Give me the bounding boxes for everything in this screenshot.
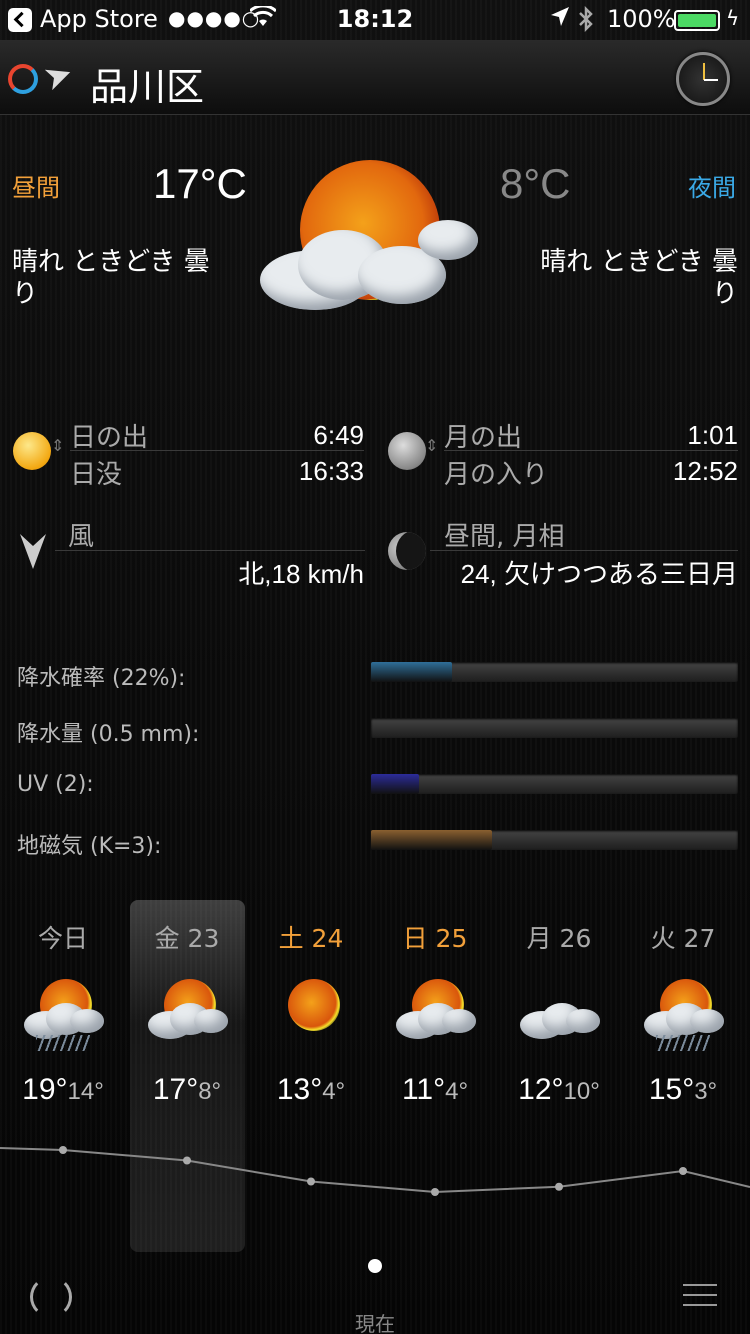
- forecast-high: 11°: [401, 1073, 446, 1106]
- forecast-day-label: 土 24: [278, 924, 344, 953]
- trend-point: [431, 1188, 439, 1196]
- location-sync-icon[interactable]: [8, 64, 38, 94]
- charging-bolt-icon: ϟ: [726, 6, 740, 30]
- moonrise-label: 月の出: [444, 423, 523, 453]
- divider: [444, 450, 738, 451]
- forecast-low: 10°: [563, 1078, 600, 1105]
- forecast-day[interactable]: 火 27 15°3°: [621, 895, 745, 1107]
- forecast-low: 14°: [67, 1078, 104, 1105]
- indicator-label: 降水確率 (22%):: [17, 666, 186, 691]
- forecast-high: 19°: [22, 1073, 68, 1106]
- current-page-label: 現在: [355, 1312, 395, 1334]
- indicator-label: UV (2):: [17, 772, 94, 797]
- bluetooth-icon: [579, 6, 593, 32]
- forecast-day-label: 火 27: [650, 924, 716, 953]
- moon-icon: [388, 432, 426, 470]
- divider: [70, 450, 364, 451]
- moonset-time: 12:52: [672, 456, 738, 486]
- moon-phase-value: 24, 欠けつつある三日月: [460, 559, 738, 589]
- daytime-condition: 晴れ ときどき 曇り: [12, 247, 210, 309]
- sun-icon: [13, 432, 51, 470]
- forecast-low: 4°: [322, 1078, 346, 1105]
- rise-set-arrows-icon: ⇕: [51, 436, 65, 455]
- daytime-label: 昼間: [12, 174, 60, 202]
- trend-point: [679, 1167, 687, 1175]
- sunrise-label: 日の出: [70, 423, 149, 453]
- forecast-day[interactable]: 今日 19°14°: [1, 895, 125, 1107]
- partly-cloudy-icon: [390, 973, 480, 1053]
- forecast-temps: 17°8°: [125, 1073, 249, 1107]
- wind-value: 北,18 km/h: [238, 559, 364, 589]
- clock-icon[interactable]: [676, 52, 730, 106]
- divider: [430, 550, 738, 551]
- moon-phase-icon: [388, 532, 426, 570]
- partly-cloudy-rain-icon: [18, 973, 108, 1053]
- forecast-day[interactable]: 土 24 13°4°: [249, 895, 373, 1107]
- forecast-day[interactable]: 月 26 12°10°: [497, 895, 621, 1107]
- cloudy-icon: [514, 973, 604, 1053]
- wind-label: 風: [68, 522, 95, 552]
- trend-point: [555, 1182, 563, 1191]
- nighttime-label: 夜間: [688, 174, 736, 202]
- nighttime-temperature: 8°C: [500, 160, 571, 207]
- app-header: ➤ 品川区: [0, 40, 750, 115]
- forecast-temps: 19°14°: [1, 1073, 125, 1107]
- indicator-label: 地磁気 (K=3):: [17, 834, 162, 859]
- forecast-day-label: 今日: [37, 924, 88, 953]
- battery-percent: 100%: [607, 5, 676, 33]
- forecast-day-label: 金 23: [154, 924, 220, 953]
- moonset-label: 月の入り: [444, 460, 549, 490]
- partly-cloudy-icon: [142, 973, 232, 1053]
- forecast-day[interactable]: 金 23 17°8°: [125, 895, 249, 1107]
- indicator-bar: [371, 774, 738, 794]
- nighttime-condition: 晴れ ときどき 曇り: [540, 247, 738, 309]
- moon-rise-set-arrows-icon: ⇕: [425, 436, 439, 455]
- partly-cloudy-rain-icon: [638, 973, 728, 1053]
- sunrise-time: 6:49: [313, 420, 364, 450]
- forecast-temps: 12°10°: [497, 1073, 621, 1107]
- forecast-low: 8°: [198, 1078, 222, 1105]
- indicator-bar: [371, 662, 738, 682]
- forecast-day-label: 日 25: [402, 924, 468, 953]
- forecast-temps: 11°4°: [373, 1073, 497, 1107]
- forecast-high: 13°: [276, 1073, 323, 1106]
- indicator-bar-fill: [371, 830, 493, 850]
- trend-point: [59, 1146, 67, 1154]
- navigation-arrow-icon[interactable]: ➤: [38, 52, 78, 99]
- wind-direction-icon: [20, 534, 46, 569]
- forecast-high: 17°: [152, 1073, 199, 1106]
- partly-cloudy-large-icon: [258, 150, 488, 340]
- forecast-low: 4°: [445, 1078, 469, 1105]
- sunny-icon: [266, 973, 356, 1053]
- sunset-label: 日没: [70, 460, 123, 490]
- battery-icon: [674, 10, 720, 31]
- moonrise-time: 1:01: [687, 420, 738, 450]
- forecast-day[interactable]: 日 25 11°4°: [373, 895, 497, 1107]
- forecast-day-label: 月 26: [526, 924, 592, 953]
- daytime-temperature: 17°C: [153, 160, 247, 207]
- menu-icon[interactable]: [683, 1284, 717, 1306]
- indicator-bar-fill: [371, 662, 452, 682]
- page-indicator-dot[interactable]: [368, 1259, 382, 1273]
- indicator-label: 降水量 (0.5 mm):: [17, 722, 200, 747]
- divider: [55, 550, 365, 551]
- location-arrow-icon: [551, 7, 569, 26]
- forecast-high: 12°: [518, 1073, 564, 1106]
- sunset-time: 16:33: [298, 456, 364, 486]
- forecast-temps: 15°3°: [621, 1073, 745, 1107]
- status-bar: App Store ●●●●○ 18:12 100% ϟ: [0, 0, 750, 40]
- trend-point: [307, 1177, 315, 1186]
- forecast-low: 3°: [694, 1078, 718, 1105]
- city-name[interactable]: 品川区: [90, 56, 204, 111]
- temperature-trend-line: [0, 1146, 750, 1196]
- indicator-bar: [371, 718, 738, 738]
- trend-point: [183, 1156, 191, 1165]
- forecast-temps: 13°4°: [249, 1073, 373, 1107]
- moon-phase-label: 昼間, 月相: [444, 522, 565, 552]
- indicator-bar-fill: [371, 774, 419, 794]
- forecast-high: 15°: [648, 1073, 695, 1106]
- indicator-bar: [371, 830, 738, 850]
